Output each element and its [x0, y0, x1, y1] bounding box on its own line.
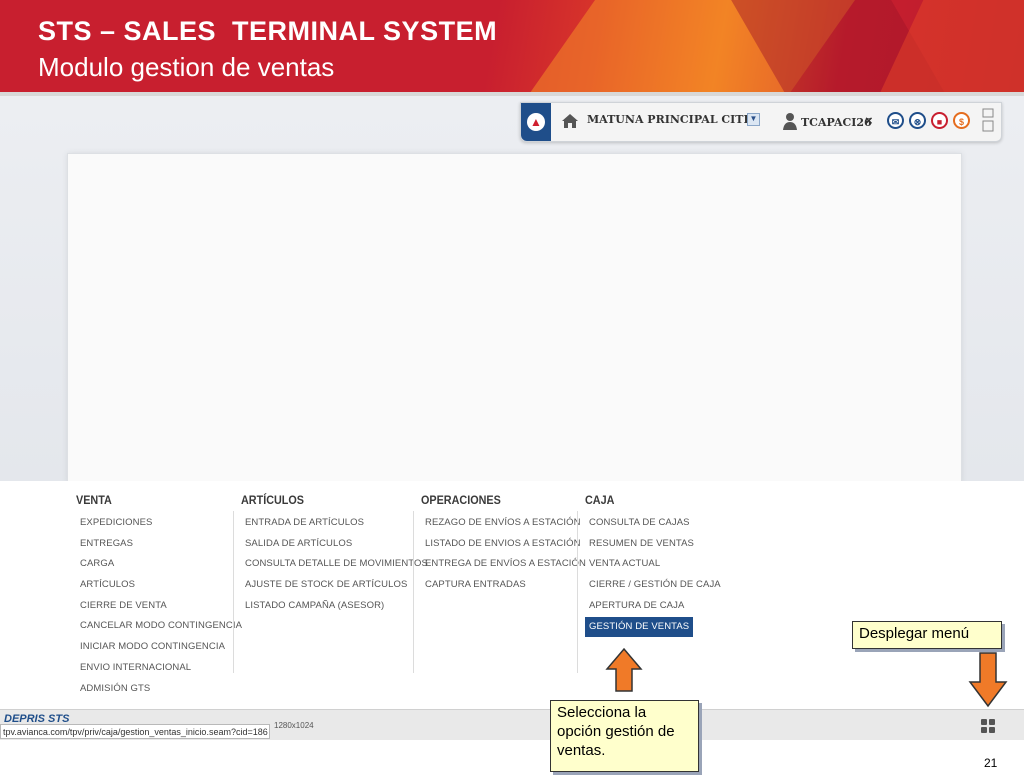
callout-desplegar-menu: Desplegar menú — [852, 621, 1002, 649]
app-workspace: ▲ MATUNA PRINCIPAL CITIBAN ▼ TCAPACI26 ×… — [0, 96, 1024, 483]
menu-item-consulta-cajas[interactable]: CONSULTA DE CAJAS — [583, 513, 721, 534]
menu-item-captura-entradas[interactable]: CAPTURA ENTRADAS — [419, 575, 586, 596]
menu-item-envio-internacional[interactable]: ENVIO INTERNACIONAL — [74, 658, 242, 679]
menu-title-operaciones: OPERACIONES — [421, 493, 501, 507]
menu-item-rezago-envios[interactable]: REZAGO DE ENVÍOS A ESTACIÓN — [419, 513, 586, 534]
menu-column-caja: CAJA CONSULTA DE CAJAS RESUMEN DE VENTAS… — [583, 493, 721, 638]
menu-title-venta: VENTA — [76, 493, 112, 507]
menu-item-resumen-ventas[interactable]: RESUMEN DE VENTAS — [583, 534, 721, 555]
menu-item-ajuste-stock[interactable]: AJUSTE DE STOCK DE ARTÍCULOS — [239, 575, 428, 596]
menu-item-admision-gts[interactable]: ADMISIÓN GTS — [74, 679, 242, 700]
dollar-icon[interactable]: $ — [953, 112, 970, 129]
menu-title-articulos: ARTÍCULOS — [241, 493, 304, 507]
menu-item-expediciones[interactable]: EXPEDICIONES — [74, 513, 242, 534]
settings-tool-icon[interactable] — [981, 107, 995, 133]
menu-grid-icon[interactable] — [978, 716, 998, 736]
username: TCAPACI26 — [801, 116, 872, 129]
slide-header: STS – SALES TERMINAL SYSTEM Modulo gesti… — [0, 0, 1024, 92]
avianca-logo[interactable]: ▲ — [521, 103, 551, 141]
branch-icon — [562, 114, 578, 128]
menu-item-entrada-articulos[interactable]: ENTRADA DE ARTÍCULOS — [239, 513, 428, 534]
slide-subtitle: Modulo gestion de ventas — [38, 52, 335, 82]
menu-item-listado-campana[interactable]: LISTADO CAMPAÑA (ASESOR) — [239, 596, 428, 617]
cancel-icon[interactable]: ⊗ — [909, 112, 926, 129]
branch-name: MATUNA PRINCIPAL CITIBAN — [587, 113, 747, 126]
status-url: tpv.avianca.com/tpv/priv/caja/gestion_ve… — [0, 724, 270, 739]
logo-icon: ▲ — [527, 113, 545, 131]
menu-item-entrega-envios[interactable]: ENTREGA DE ENVÍOS A ESTACIÓN — [419, 554, 586, 575]
main-menu: VENTA EXPEDICIONES ENTREGAS CARGA ARTÍCU… — [0, 481, 1024, 709]
menu-divider — [577, 511, 578, 673]
menu-divider — [233, 511, 234, 673]
menu-item-consulta-movimientos[interactable]: CONSULTA DETALLE DE MOVIMIENTOS — [239, 554, 428, 575]
menu-item-salida-articulos[interactable]: SALIDA DE ARTÍCULOS — [239, 534, 428, 555]
menu-item-iniciar-contingencia[interactable]: INICIAR MODO CONTINGENCIA — [74, 637, 242, 658]
menu-title-caja: CAJA — [585, 493, 615, 507]
menu-item-gestion-ventas[interactable]: GESTIÓN DE VENTAS — [585, 617, 694, 638]
menu-item-venta-actual[interactable]: VENTA ACTUAL — [583, 554, 721, 575]
menu-column-articulos: ARTÍCULOS ENTRADA DE ARTÍCULOS SALIDA DE… — [239, 493, 428, 616]
user-icon — [783, 113, 797, 130]
menu-column-venta: VENTA EXPEDICIONES ENTREGAS CARGA ARTÍCU… — [74, 493, 242, 699]
menu-item-entregas[interactable]: ENTREGAS — [74, 534, 242, 555]
menu-item-cierre-gestion-caja[interactable]: CIERRE / GESTIÓN DE CAJA — [583, 575, 721, 596]
logout-close-icon[interactable]: × — [865, 113, 873, 128]
mail-icon[interactable]: ✉ — [887, 112, 904, 129]
menu-item-carga[interactable]: CARGA — [74, 554, 242, 575]
main-content-panel — [67, 153, 962, 483]
app-topbar: ▲ MATUNA PRINCIPAL CITIBAN ▼ TCAPACI26 ×… — [520, 102, 1002, 142]
menu-item-articulos[interactable]: ARTÍCULOS — [74, 575, 242, 596]
lock-icon[interactable]: ■ — [931, 112, 948, 129]
menu-item-listado-envios[interactable]: LISTADO DE ENVIOS A ESTACIÓN — [419, 534, 586, 555]
menu-divider — [413, 511, 414, 673]
menu-item-apertura-caja[interactable]: APERTURA DE CAJA — [583, 596, 721, 617]
slide-title: STS – SALES TERMINAL SYSTEM — [38, 16, 498, 46]
browser-statusbar: DEPRIS STS tpv.avianca.com/tpv/priv/caja… — [0, 709, 1024, 740]
menu-item-cancelar-contingencia[interactable]: CANCELAR MODO CONTINGENCIA — [74, 616, 242, 637]
page-number: 21 — [984, 756, 998, 770]
arrow-up-icon — [605, 647, 643, 692]
branch-dropdown[interactable]: ▼ — [747, 113, 760, 126]
menu-column-operaciones: OPERACIONES REZAGO DE ENVÍOS A ESTACIÓN … — [419, 493, 586, 596]
status-resolution: 1280x1024 — [274, 721, 314, 730]
menu-item-cierre-venta[interactable]: CIERRE DE VENTA — [74, 596, 242, 617]
arrow-down-icon — [968, 652, 1008, 708]
callout-selecciona-opcion: Selecciona la opción gestión de ventas. — [550, 700, 699, 772]
